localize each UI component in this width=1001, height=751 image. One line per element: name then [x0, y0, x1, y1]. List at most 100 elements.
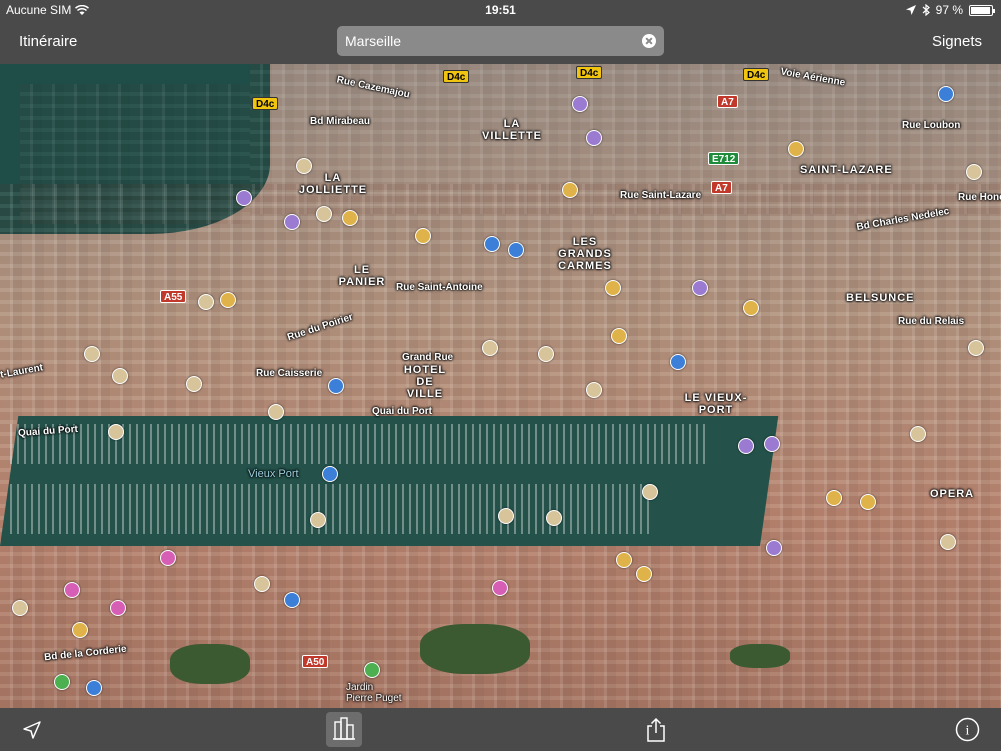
shop-poi-icon[interactable]: [586, 382, 602, 398]
shop-poi-icon[interactable]: [268, 404, 284, 420]
shop-poi-icon[interactable]: [966, 164, 982, 180]
restaurant-poi-icon[interactable]: [342, 210, 358, 226]
metro-poi-icon[interactable]: [764, 436, 780, 452]
bottom-toolbar: i: [0, 708, 1001, 751]
map-view[interactable]: LA JOLLIETTE LA VILLETTE SAINT-LAZARE LE…: [0, 64, 1001, 708]
parking-poi-icon[interactable]: [938, 86, 954, 102]
clear-search-icon[interactable]: [642, 34, 656, 48]
3d-view-button[interactable]: [326, 712, 362, 747]
street-label: Bd Mirabeau: [310, 116, 371, 127]
restaurant-poi-icon[interactable]: [220, 292, 236, 308]
search-box[interactable]: [337, 26, 664, 56]
shop-poi-icon[interactable]: [316, 206, 332, 222]
shop-poi-icon[interactable]: [538, 346, 554, 362]
restaurant-poi-icon[interactable]: [415, 228, 431, 244]
restaurant-poi-icon[interactable]: [636, 566, 652, 582]
shop-poi-icon[interactable]: [642, 484, 658, 500]
restaurant-poi-icon[interactable]: [616, 552, 632, 568]
restaurant-poi-icon[interactable]: [605, 280, 621, 296]
parking-poi-icon[interactable]: [86, 680, 102, 696]
street-label: Rue Hono: [958, 192, 1001, 203]
shop-poi-icon[interactable]: [198, 294, 214, 310]
district-label: LE PANIER: [338, 264, 386, 288]
road-shield-a7: A7: [711, 181, 732, 194]
shop-poi-icon[interactable]: [254, 576, 270, 592]
share-icon[interactable]: [645, 717, 667, 743]
shop-poi-icon[interactable]: [186, 376, 202, 392]
buildings-3d-icon: [333, 717, 355, 740]
location-arrow-icon[interactable]: [22, 720, 42, 740]
bluetooth-icon: [922, 4, 930, 16]
park-area: [420, 624, 530, 674]
nav-bar: Itinéraire Signets: [0, 20, 1001, 64]
parking-poi-icon[interactable]: [322, 466, 338, 482]
metro-poi-icon[interactable]: [766, 540, 782, 556]
road-shield-d4c: D4c: [576, 66, 603, 79]
district-label: LES GRANDS CARMES: [558, 236, 612, 272]
water-label: Vieux Port: [248, 468, 299, 480]
metro-poi-icon[interactable]: [586, 130, 602, 146]
restaurant-poi-icon[interactable]: [611, 328, 627, 344]
district-label: LE VIEUX-PORT: [684, 392, 748, 416]
shop-poi-icon[interactable]: [968, 340, 984, 356]
park-area: [730, 644, 790, 668]
district-label: OPERA: [930, 488, 975, 500]
shop-poi-icon[interactable]: [940, 534, 956, 550]
road-shield-a50: A50: [302, 655, 329, 668]
directions-button[interactable]: Itinéraire: [19, 33, 77, 50]
park-poi-icon[interactable]: [54, 674, 70, 690]
district-label: LA JOLLIETTE: [298, 172, 368, 196]
parking-poi-icon[interactable]: [284, 592, 300, 608]
road-shield-d4c: D4c: [743, 68, 770, 81]
info-button[interactable]: i: [955, 717, 980, 742]
restaurant-poi-icon[interactable]: [860, 494, 876, 510]
restaurant-poi-icon[interactable]: [826, 490, 842, 506]
shop-poi-icon[interactable]: [84, 346, 100, 362]
restaurant-poi-icon[interactable]: [788, 141, 804, 157]
restaurant-poi-icon[interactable]: [743, 300, 759, 316]
restaurant-poi-icon[interactable]: [72, 622, 88, 638]
shop-poi-icon[interactable]: [12, 600, 28, 616]
district-label: SAINT-LAZARE: [800, 164, 893, 176]
parking-poi-icon[interactable]: [508, 242, 524, 258]
metro-poi-icon[interactable]: [572, 96, 588, 112]
battery-icon: [969, 4, 995, 16]
district-label: LA VILLETTE: [482, 118, 542, 142]
status-time: 19:51: [485, 3, 516, 17]
shop-poi-icon[interactable]: [482, 340, 498, 356]
restaurant-poi-icon[interactable]: [562, 182, 578, 198]
street-label: Jardin Pierre Puget: [346, 682, 402, 704]
shop-poi-icon[interactable]: [108, 424, 124, 440]
road-shield-e712: E712: [708, 152, 740, 165]
shop-poi-icon[interactable]: [910, 426, 926, 442]
parking-poi-icon[interactable]: [484, 236, 500, 252]
parking-poi-icon[interactable]: [670, 354, 686, 370]
info-icon-glyph: i: [966, 724, 970, 739]
metro-poi-icon[interactable]: [692, 280, 708, 296]
bar-poi-icon[interactable]: [160, 550, 176, 566]
metro-poi-icon[interactable]: [738, 438, 754, 454]
shop-poi-icon[interactable]: [546, 510, 562, 526]
info-icon: i: [955, 717, 980, 742]
metro-poi-icon[interactable]: [236, 190, 252, 206]
status-right: 97 %: [905, 3, 995, 17]
road-shield-a55: A55: [160, 290, 187, 303]
bookmarks-button[interactable]: Signets: [932, 33, 982, 50]
road-shield-d4c: D4c: [443, 70, 470, 83]
search-input[interactable]: [345, 26, 635, 56]
park-area: [170, 644, 250, 684]
district-label: HOTEL DE VILLE: [403, 364, 447, 400]
shop-poi-icon[interactable]: [112, 368, 128, 384]
street-label: Rue Saint-Lazare: [620, 190, 702, 201]
location-services-icon: [905, 5, 916, 15]
bar-poi-icon[interactable]: [110, 600, 126, 616]
bar-poi-icon[interactable]: [64, 582, 80, 598]
bar-poi-icon[interactable]: [492, 580, 508, 596]
shop-poi-icon[interactable]: [498, 508, 514, 524]
park-poi-icon[interactable]: [364, 662, 380, 678]
street-label: Rue Loubon: [902, 120, 961, 131]
shop-poi-icon[interactable]: [310, 512, 326, 528]
shop-poi-icon[interactable]: [296, 158, 312, 174]
parking-poi-icon[interactable]: [328, 378, 344, 394]
metro-poi-icon[interactable]: [284, 214, 300, 230]
